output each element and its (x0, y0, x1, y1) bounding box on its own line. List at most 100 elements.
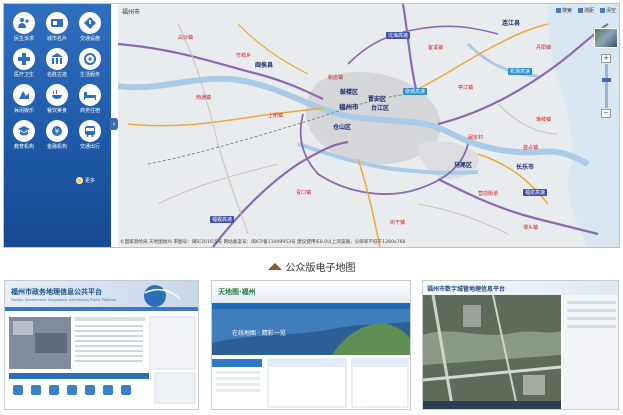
traffic-icon (79, 12, 101, 34)
toolbar-label: 搜索 (561, 8, 572, 14)
zoom-in-button[interactable]: + (601, 54, 611, 63)
map-label: 晋安区 (368, 96, 387, 103)
hotel-icon (79, 84, 101, 106)
sidebar-item-people[interactable]: 民生诉求 (8, 12, 40, 42)
screenshot-gov-platform[interactable]: 福州市政务地理信息公共平台 Fuzhou Government Geograph… (4, 280, 199, 410)
map-label: 营前街道 (478, 191, 499, 197)
sidebar-item-label: 名胜古迹 (46, 72, 67, 78)
map-label: 首占镇 (523, 145, 539, 151)
sidebar-item-label: 餐饮美食 (46, 108, 67, 114)
zoom-slider[interactable] (601, 64, 611, 108)
caption: 公众版电子地图 (0, 259, 623, 274)
map-label: 潭头镇 (523, 225, 539, 231)
tianditu-body (212, 303, 410, 408)
sidebar-item-bus[interactable]: 交通出行 (74, 120, 106, 150)
hospital-icon (13, 48, 35, 70)
map-label: 台江区 (371, 105, 390, 112)
map-label: 亭江镇 (458, 85, 474, 91)
toolbar-label: 清空 (605, 8, 616, 14)
map-label: 尚干镇 (390, 220, 406, 226)
shot-title: 天地图·福州 (218, 288, 256, 296)
landmark-icon (46, 48, 68, 70)
sidebar-item-label: 交通设施 (79, 36, 100, 42)
zoom-control: + − (601, 54, 611, 118)
screenshot-city-management[interactable]: 福州市数字城管地理信息平台 (422, 280, 619, 410)
map-label: 福州市 (339, 103, 359, 111)
sidebar-item-card[interactable]: 城市名片 (41, 12, 73, 42)
sidebar-item-label: 医疗卫生 (13, 72, 34, 78)
sidebar-item-label: 交通出行 (79, 144, 100, 150)
map-label: 连江县 (502, 20, 521, 27)
sidebar-item-label: 生活服务 (79, 72, 100, 78)
map-label: 绕城高速 (403, 88, 428, 95)
map-label: 白沙镇 (178, 35, 194, 41)
bus-icon (79, 120, 101, 142)
map-label: 闽安村 (468, 135, 484, 141)
map-label: 仓山区 (333, 124, 352, 131)
sidebar-collapse-button[interactable]: ‹ (110, 118, 118, 130)
search-icon (555, 8, 561, 13)
card-icon (46, 12, 68, 34)
map-label: 闽侯县 (255, 62, 274, 69)
sidebar: 民生诉求 城市名片 交通设施 医疗卫生 名胜古迹 生活服务 休闲娱乐 餐饮美食 … (4, 4, 111, 247)
measure-button[interactable]: 测距 (577, 7, 594, 14)
map-view[interactable]: 福州市 搜索 测距 清空 + − 福州市 仓山区 鼓楼区 晋安区 台江区 马尾区… (118, 4, 619, 247)
map-label: 上街镇 (268, 113, 284, 119)
map-label: 福银高速 (210, 216, 235, 223)
map-label: 丹阳镇 (536, 45, 552, 51)
map-label: 青口镇 (296, 190, 312, 196)
current-location-label: 福州市 (122, 9, 141, 16)
svg-text:¥: ¥ (55, 128, 60, 136)
header-banner: 福州市政务地理信息公共平台 Fuzhou Government Geograph… (5, 281, 198, 311)
map-label: 新店镇 (328, 75, 344, 81)
map-label: 琅岐镇 (536, 117, 552, 123)
sidebar-more-button[interactable]: 更多 (76, 177, 95, 184)
clear-icon (599, 8, 605, 13)
leisure-icon (13, 84, 35, 106)
sidebar-item-bank[interactable]: ¥ 金融机构 (41, 120, 73, 150)
map-label: 沈海高速 (386, 32, 411, 39)
map-toolbar: 搜索 测距 清空 (555, 7, 616, 14)
banner-slogan: 在线地图 · 精彩一览 (232, 330, 286, 337)
shot-title: 福州市数字城管地理信息平台 (427, 286, 506, 293)
map-label: 福泉高速 (523, 189, 548, 196)
zoom-slider-knob[interactable] (601, 78, 611, 82)
map-label: 鼓楼区 (340, 89, 359, 96)
map-label: 竹岐乡 (236, 53, 252, 59)
sidebar-item-label: 民生诉求 (13, 36, 34, 42)
bank-icon: ¥ (46, 120, 68, 142)
map-copyright: ©国家测绘局 天地图福州 审图号：闽S[2016]5号 网站备案号：闽ICP备1… (120, 240, 406, 245)
clear-button[interactable]: 清空 (599, 7, 616, 14)
zoom-out-button[interactable]: − (601, 109, 611, 118)
sidebar-item-landmark[interactable]: 名胜古迹 (41, 48, 73, 78)
search-button[interactable]: 搜索 (555, 7, 572, 14)
header-banner: 福州市数字城管地理信息平台 (423, 281, 618, 295)
triangle-up-icon (267, 263, 282, 270)
sidebar-item-service[interactable]: 生活服务 (74, 48, 106, 78)
screenshot-tianditu[interactable]: 天地图·福州 在线地图 · 精彩一览 (211, 280, 411, 410)
header-banner: 天地图·福州 (212, 281, 410, 303)
sidebar-item-leisure[interactable]: 休闲娱乐 (8, 84, 40, 114)
satellite-layer-thumbnail[interactable] (594, 28, 618, 48)
platform-screenshots: 福州市政务地理信息公共平台 Fuzhou Government Geograph… (0, 280, 623, 412)
sidebar-item-education[interactable]: 教育机构 (8, 120, 40, 150)
satellite-imagery (423, 295, 618, 409)
sidebar-item-traffic[interactable]: 交通设施 (74, 12, 106, 42)
toolbar-label: 测距 (583, 8, 594, 14)
sidebar-item-label: 金融机构 (46, 144, 67, 150)
map-label: 宦溪镇 (428, 45, 444, 51)
service-icon (79, 48, 101, 70)
caption-text: 公众版电子地图 (285, 263, 356, 274)
sidebar-item-hotel[interactable]: 商务住宿 (74, 84, 106, 114)
more-icon (76, 177, 83, 184)
sidebar-item-hospital[interactable]: 医疗卫生 (8, 48, 40, 78)
map-label: 机场高速 (508, 68, 533, 75)
more-label: 更多 (85, 178, 96, 184)
food-icon (46, 84, 68, 106)
sidebar-item-label: 城市名片 (46, 36, 67, 42)
gov-platform-body (9, 316, 196, 404)
sidebar-item-label: 商务住宿 (79, 108, 100, 114)
sidebar-item-food[interactable]: 餐饮美食 (41, 84, 73, 114)
map-app-window: 民生诉求 城市名片 交通设施 医疗卫生 名胜古迹 生活服务 休闲娱乐 餐饮美食 … (3, 3, 620, 248)
shot-title: 福州市政务地理信息公共平台 (11, 288, 102, 296)
